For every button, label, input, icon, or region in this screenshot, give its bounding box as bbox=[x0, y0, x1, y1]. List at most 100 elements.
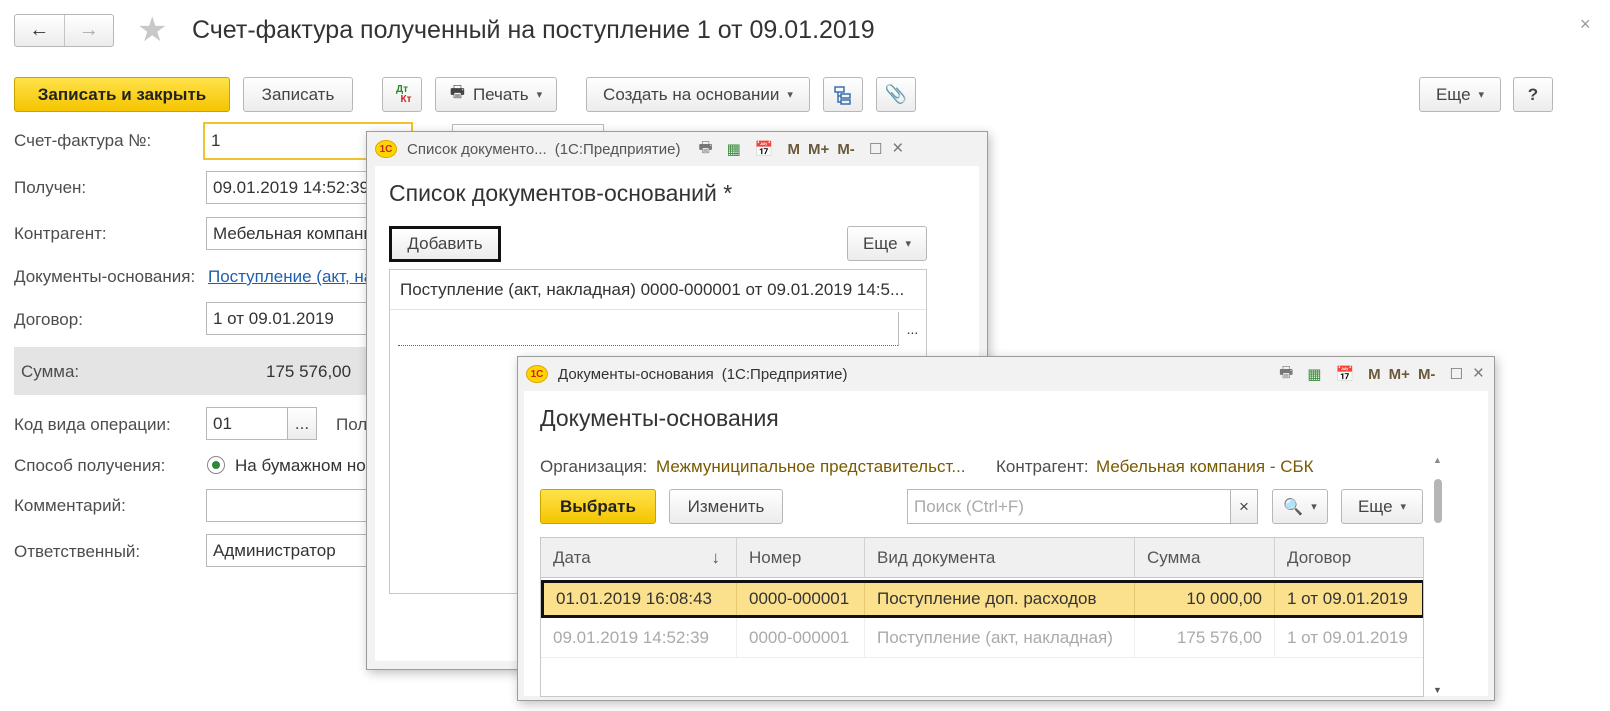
row-number: 0000-000001 bbox=[737, 618, 865, 658]
search-clear-icon[interactable]: × bbox=[1230, 489, 1258, 524]
col-header-contract[interactable]: Договор bbox=[1275, 538, 1423, 578]
operation-code-select-button[interactable]: ... bbox=[287, 407, 317, 440]
operation-code-field[interactable]: 01 bbox=[206, 407, 288, 440]
counterparty-label: Контрагент: bbox=[996, 457, 1089, 476]
calculator-icon[interactable]: ▦ bbox=[727, 140, 741, 158]
row-number: 0000-000001 bbox=[737, 583, 865, 615]
back-arrow-icon[interactable]: ← bbox=[15, 15, 65, 46]
col-header-type[interactable]: Вид документа bbox=[865, 538, 1135, 578]
nav-buttons: ← → bbox=[14, 14, 114, 47]
table-header: Дата ↓ Номер Вид документа Сумма Договор bbox=[541, 538, 1423, 578]
close-icon[interactable]: × bbox=[892, 138, 903, 160]
operation-code-right-label: Пол bbox=[336, 415, 368, 434]
organization-label: Организация: bbox=[540, 457, 648, 476]
scroll-up-arrow-icon[interactable]: ▲ bbox=[1433, 455, 1442, 465]
calendar-icon[interactable]: 📅 bbox=[755, 140, 774, 158]
save-and-close-button[interactable]: Записать и закрыть bbox=[14, 77, 230, 112]
documents-table: Дата ↓ Номер Вид документа Сумма Договор… bbox=[540, 537, 1424, 697]
calculator-icon[interactable]: ▦ bbox=[1307, 365, 1321, 383]
add-button[interactable]: Добавить bbox=[389, 226, 501, 262]
col-header-date-label: Дата bbox=[553, 548, 591, 567]
attachment-icon[interactable]: 📎 bbox=[876, 77, 916, 112]
received-date-field[interactable]: 09.01.2019 14:52:39 bbox=[206, 171, 376, 204]
print-button[interactable]: 🖶 Печать bbox=[435, 77, 557, 112]
calendar-icon[interactable]: 📅 bbox=[1335, 365, 1354, 383]
scroll-down-arrow-icon[interactable]: ▼ bbox=[1433, 685, 1442, 695]
col-header-sum[interactable]: Сумма bbox=[1135, 538, 1275, 578]
select-button[interactable]: Выбрать bbox=[540, 489, 656, 524]
list-empty-row[interactable] bbox=[398, 310, 898, 346]
list-window-app: (1С:Предприятие) bbox=[554, 140, 681, 158]
search-icon: 🔍 bbox=[1283, 498, 1304, 516]
save-button[interactable]: Записать bbox=[243, 77, 353, 112]
close-icon[interactable]: × bbox=[1473, 363, 1484, 385]
table-row[interactable]: 01.01.2019 16:08:43 0000-000001 Поступле… bbox=[541, 580, 1423, 618]
sum-label: Сумма: bbox=[21, 362, 80, 381]
operation-code-label: Код вида операции: bbox=[14, 415, 171, 434]
paper-radio[interactable] bbox=[207, 456, 225, 474]
list-more-label: Еще bbox=[862, 233, 898, 253]
row-contract: 1 от 09.01.2019 bbox=[1287, 628, 1408, 647]
select-more-button[interactable]: Еще bbox=[1341, 489, 1423, 524]
comment-label: Комментарий: bbox=[14, 496, 126, 515]
base-documents-label: Документы-основания: bbox=[14, 267, 196, 286]
help-button[interactable]: ? bbox=[1513, 77, 1553, 112]
structure-icon[interactable] bbox=[823, 77, 863, 112]
forward-arrow-icon[interactable]: → bbox=[65, 15, 114, 46]
search-button[interactable]: 🔍 bbox=[1272, 489, 1328, 524]
maximize-icon[interactable]: ☐ bbox=[869, 140, 882, 158]
list-row[interactable]: Поступление (акт, накладная) 0000-000001… bbox=[390, 270, 926, 310]
m-minus-button[interactable]: M- bbox=[1418, 366, 1436, 383]
page-title: Счет-фактура полученный на поступление 1… bbox=[192, 16, 875, 44]
select-more-label: Еще bbox=[1357, 496, 1393, 516]
invoice-number-label: Счет-фактура №: bbox=[14, 131, 152, 150]
m-button[interactable]: M bbox=[1368, 366, 1381, 383]
print-preview-icon[interactable]: 🖶 bbox=[1279, 362, 1293, 387]
responsible-label: Ответственный: bbox=[14, 542, 141, 561]
m-button[interactable]: M bbox=[788, 141, 801, 158]
counterparty-field[interactable]: Мебельная компания - СБК bbox=[206, 217, 376, 250]
m-plus-button[interactable]: M+ bbox=[808, 141, 829, 158]
more-button[interactable]: Еще bbox=[1419, 77, 1501, 112]
contract-field[interactable]: 1 от 09.01.2019 bbox=[206, 302, 376, 335]
row-date: 09.01.2019 14:52:39 bbox=[541, 618, 737, 658]
select-window-titlebar[interactable]: 1С Документы-основания (1С:Предприятие) … bbox=[518, 357, 1494, 391]
contract-label: Договор: bbox=[14, 310, 83, 329]
col-header-number[interactable]: Номер bbox=[737, 538, 865, 578]
responsible-field[interactable]: Администратор bbox=[206, 534, 376, 567]
m-minus-button[interactable]: M- bbox=[837, 141, 855, 158]
more-label: Еще bbox=[1435, 84, 1471, 104]
1c-logo-icon: 1С bbox=[375, 140, 397, 158]
search-input[interactable]: Поиск (Ctrl+F) bbox=[907, 489, 1231, 524]
select-window-app: (1С:Предприятие) bbox=[721, 365, 848, 383]
select-window-body: Документы-основания Организация: Межмуни… bbox=[524, 391, 1488, 697]
1c-logo-icon: 1С bbox=[526, 365, 548, 383]
dt-kt-icon[interactable]: Дт Кт bbox=[382, 77, 422, 112]
list-more-button[interactable]: Еще bbox=[847, 226, 927, 261]
list-window-heading: Список документов-оснований * bbox=[389, 180, 733, 206]
col-header-date[interactable]: Дата ↓ bbox=[541, 538, 737, 578]
favorite-star-icon[interactable]: ★ bbox=[137, 10, 167, 50]
sort-down-arrow-icon: ↓ bbox=[711, 548, 721, 567]
printer-icon: 🖶 bbox=[449, 84, 465, 101]
kt-label: Кт bbox=[400, 93, 412, 105]
close-window-icon[interactable]: × bbox=[1580, 14, 1591, 35]
dt-label: Дт bbox=[395, 83, 409, 95]
comment-field[interactable] bbox=[206, 489, 376, 522]
list-window-titlebar[interactable]: 1С Список документо... (1С:Предприятие) … bbox=[367, 132, 987, 166]
organization-value: Межмуниципальное представительст... bbox=[656, 457, 966, 476]
scroll-thumb[interactable] bbox=[1434, 479, 1442, 523]
edit-button[interactable]: Изменить bbox=[669, 489, 783, 524]
counterparty-label: Контрагент: bbox=[14, 224, 107, 243]
m-plus-button[interactable]: M+ bbox=[1389, 366, 1410, 383]
list-empty-row-ellipsis[interactable]: ... bbox=[898, 312, 926, 346]
create-based-on-button[interactable]: Создать на основании bbox=[586, 77, 810, 112]
vertical-scrollbar[interactable]: ▲ ▼ bbox=[1432, 455, 1444, 697]
base-documents-link[interactable]: Поступление (акт, накладная) 0000-000001… bbox=[208, 267, 368, 287]
table-row[interactable]: 09.01.2019 14:52:39 0000-000001 Поступле… bbox=[541, 618, 1423, 658]
receive-method-value: На бумажном носителе bbox=[235, 456, 365, 475]
print-preview-icon[interactable]: 🖶 bbox=[699, 137, 713, 162]
maximize-icon[interactable]: ☐ bbox=[1449, 365, 1462, 383]
select-window-heading: Документы-основания bbox=[540, 405, 779, 431]
sum-value: 175 576,00 bbox=[266, 362, 352, 381]
